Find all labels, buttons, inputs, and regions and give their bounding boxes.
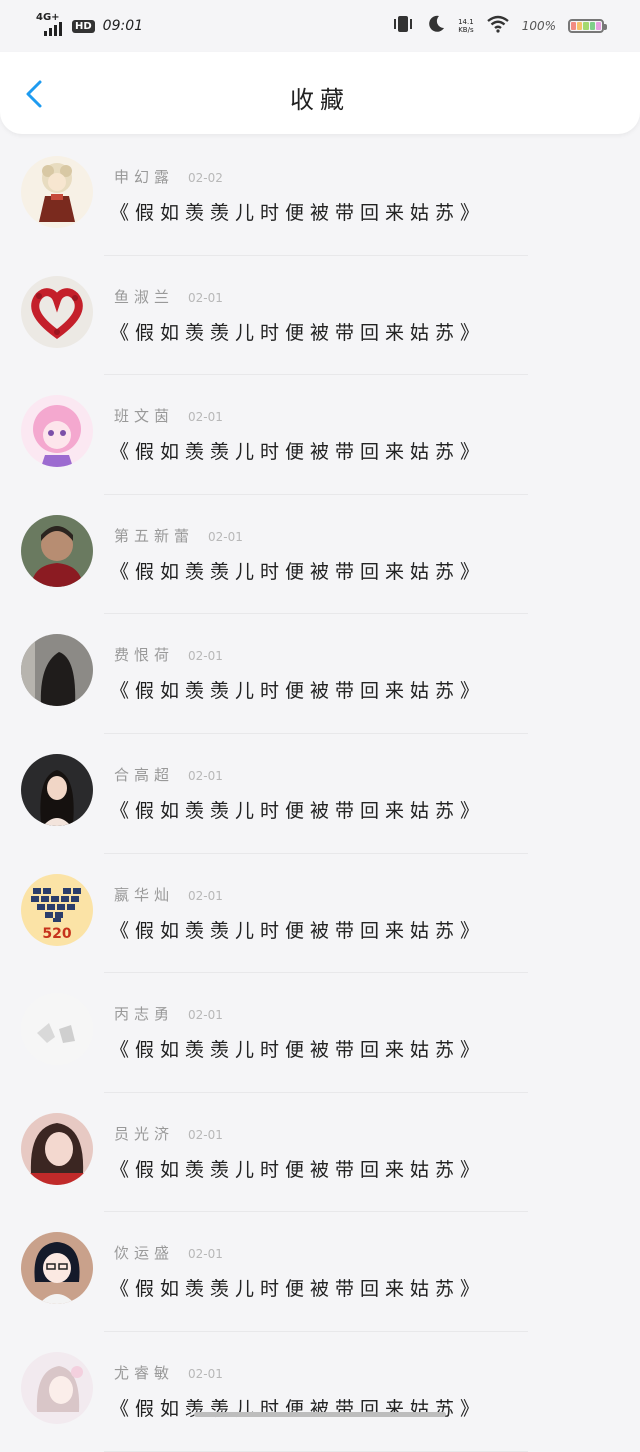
avatar[interactable] [21,1351,93,1424]
list-item[interactable]: 520 嬴华灿 02-01 《假如羡羡儿时便被带回来姑苏》 [0,854,640,974]
list-item[interactable]: 第五新蕾 02-01 《假如羡羡儿时便被带回来姑苏》 [0,495,640,615]
item-name: 合高超 02-01 [114,765,223,784]
avatar[interactable]: 520 [21,873,93,946]
wifi-icon [486,15,510,37]
item-title: 《假如羡羡儿时便被带回来姑苏》 [110,202,486,224]
avatar-520-text: 520 [42,926,71,942]
avatar[interactable] [21,1112,93,1185]
status-bar: 4G+ HD 09:01 14.1 KB/s 100% [0,0,640,52]
avatar[interactable] [21,156,93,228]
vibrate-icon [392,14,414,38]
list-item[interactable]: 员光济 02-01 《假如羡羡儿时便被带回来姑苏》 [0,1093,640,1213]
avatar[interactable] [21,753,93,826]
item-title: 《假如羡羡儿时便被带回来姑苏》 [110,799,486,822]
avatar[interactable] [21,395,93,468]
item-date: 02-01 [188,888,223,903]
list-item[interactable]: 尤睿敏 02-01 《假如羡羡儿时便被带回来姑苏》 [0,1332,640,1452]
list-item[interactable]: 申幻露 02-02 《假如羡羡儿时便被带回来姑苏》 [0,136,640,256]
item-title: 《假如羡羡儿时便被带回来姑苏》 [110,321,486,344]
network-speed: 14.1 KB/s [458,18,474,34]
item-title: 《假如羡羡儿时便被带回来姑苏》 [110,1039,486,1062]
item-name: 班文茵 02-01 [114,407,223,426]
item-date: 02-01 [188,410,223,425]
status-time: 09:01 [102,18,144,34]
item-name: 嬴华灿 02-01 [114,885,223,904]
battery-icon [568,19,607,33]
item-title: 《假如羡羡儿时便被带回来姑苏》 [110,441,486,464]
item-date: 02-02 [188,171,223,185]
item-title: 《假如羡羡儿时便被带回来姑苏》 [110,919,486,942]
page-title: 收藏 [290,86,350,114]
item-name: 第五新蕾 02-01 [114,526,243,545]
list-item[interactable]: 费恨荷 02-01 《假如羡羡儿时便被带回来姑苏》 [0,614,640,734]
item-title: 《假如羡羡儿时便被带回来姑苏》 [110,680,486,703]
item-date: 02-01 [188,1008,223,1023]
nav-bar: 收藏 [0,52,640,134]
item-name: 申幻露 02-02 [114,168,223,186]
avatar[interactable] [21,1232,93,1305]
item-date: 02-01 [188,649,223,664]
item-date: 02-01 [188,768,223,783]
item-name: 费恨荷 02-01 [114,646,223,665]
signal-icon: 4G+ [36,12,64,38]
list-item[interactable]: 佽运盛 02-01 《假如羡羡儿时便被带回来姑苏》 [0,1212,640,1332]
battery-percent: 100% [521,19,556,33]
hd-badge: HD [72,19,95,33]
list-item[interactable]: 班文茵 02-01 《假如羡羡儿时便被带回来姑苏》 [0,375,640,495]
list-item[interactable]: 丙志勇 02-01 《假如羡羡儿时便被带回来姑苏》 [0,973,640,1093]
item-title: 《假如羡羡儿时便被带回来姑苏》 [110,1278,486,1301]
item-title: 《假如羡羡儿时便被带回来姑苏》 [110,560,486,583]
item-name: 尤睿敏 02-01 [114,1363,223,1382]
avatar[interactable] [21,275,93,348]
item-date: 02-01 [188,1366,223,1381]
item-date: 02-01 [188,1247,223,1262]
moon-icon [426,14,446,38]
item-date: 02-01 [208,529,243,544]
item-name: 鱼淑兰 02-01 [114,287,223,306]
avatar[interactable] [21,514,93,587]
favorites-list: 申幻露 02-02 《假如羡羡儿时便被带回来姑苏》 鱼淑兰 02-01 《假如羡羡儿… [0,136,640,1452]
item-date: 02-01 [188,1127,223,1142]
avatar[interactable] [21,634,93,707]
item-date: 02-01 [188,290,223,305]
item-title: 《假如羡羡儿时便被带回来姑苏》 [110,1158,486,1181]
divider [104,1450,528,1452]
home-indicator[interactable] [194,1412,446,1417]
item-name: 佽运盛 02-01 [114,1244,223,1263]
list-item[interactable]: 鱼淑兰 02-01 《假如羡羡儿时便被带回来姑苏》 [0,256,640,376]
item-name: 丙志勇 02-01 [114,1005,223,1024]
list-item[interactable]: 合高超 02-01 《假如羡羡儿时便被带回来姑苏》 [0,734,640,854]
avatar[interactable] [21,993,93,1066]
item-name: 员光济 02-01 [114,1124,223,1143]
